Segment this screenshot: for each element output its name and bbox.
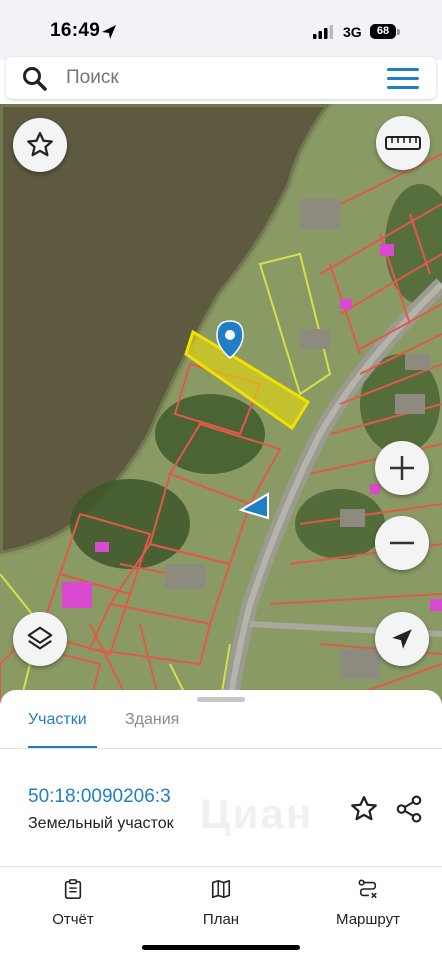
map-view[interactable] xyxy=(0,104,442,704)
plus-icon xyxy=(390,456,414,480)
location-arrow-icon xyxy=(102,25,116,39)
my-location-button[interactable] xyxy=(375,612,429,666)
nav-report-label: Отчёт xyxy=(52,911,94,928)
report-icon xyxy=(64,879,82,899)
star-icon[interactable] xyxy=(349,794,379,824)
nav-report[interactable]: Отчёт xyxy=(18,878,128,928)
route-icon xyxy=(358,879,377,899)
battery-level: 68 xyxy=(370,24,396,39)
share-icon[interactable] xyxy=(394,794,424,824)
tab-buildings[interactable]: Здания xyxy=(125,711,179,729)
nav-divider xyxy=(0,866,442,867)
tab-parcels[interactable]: Участки xyxy=(28,711,87,729)
home-indicator xyxy=(142,945,300,950)
minus-icon xyxy=(390,541,414,545)
parcel-type: Земельный участок xyxy=(28,815,174,832)
satellite-map xyxy=(0,104,442,704)
battery-tip xyxy=(397,29,400,35)
sheet-drag-handle[interactable] xyxy=(197,697,245,702)
search-icon[interactable] xyxy=(22,66,48,92)
layers-button[interactable] xyxy=(13,612,67,666)
tabs-divider xyxy=(0,748,442,749)
ruler-icon xyxy=(385,136,421,150)
watermark: Циан xyxy=(200,790,314,837)
signal-icon xyxy=(313,25,333,39)
zoom-in-button[interactable] xyxy=(375,441,429,495)
cadastral-number-link[interactable]: 50:18:0090206:3 xyxy=(28,786,171,808)
network-type: 3G xyxy=(343,24,362,40)
status-time: 16:49 xyxy=(50,20,101,41)
nav-plan[interactable]: План xyxy=(166,878,276,928)
search-input[interactable] xyxy=(64,66,368,90)
ruler-button[interactable] xyxy=(376,116,430,170)
map-plan-icon xyxy=(211,879,231,899)
nav-plan-label: План xyxy=(202,911,240,928)
favorite-map-button[interactable] xyxy=(13,118,67,172)
menu-icon[interactable] xyxy=(387,67,419,91)
nav-route-label: Маршрут xyxy=(336,911,400,928)
layers-icon xyxy=(27,626,53,650)
nav-route[interactable]: Маршрут xyxy=(313,878,423,928)
star-icon xyxy=(27,132,53,157)
zoom-out-button[interactable] xyxy=(375,516,429,570)
navigation-arrow-icon xyxy=(392,629,412,649)
